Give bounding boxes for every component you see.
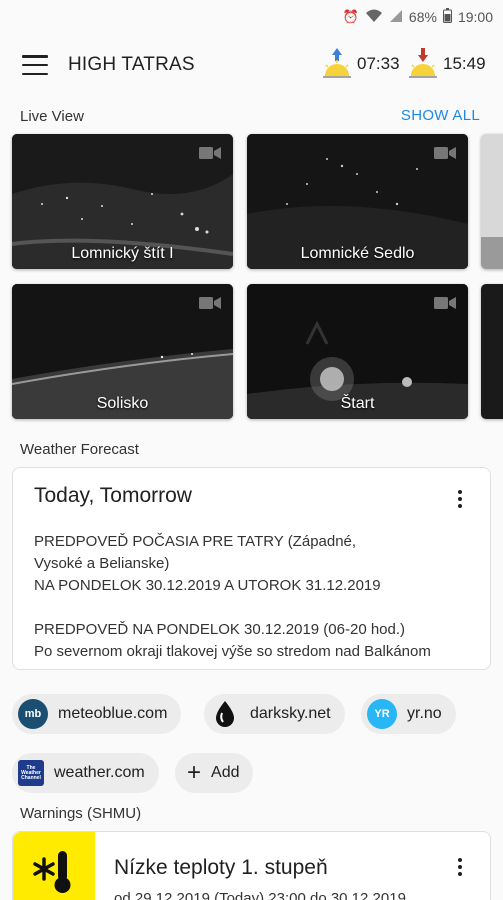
warning-period: od 29.12.2019 (Today) 23:00 do 30.12.201… (114, 890, 406, 900)
show-all-button[interactable]: SHOW ALL (401, 107, 480, 124)
forecast-line (34, 597, 464, 619)
yr-logo-icon: YR (367, 699, 397, 729)
plus-icon: + (187, 759, 202, 786)
camera-name: Lomnický štít I (71, 245, 174, 262)
source-chip-yr[interactable]: YR yr.no (361, 694, 456, 734)
page-title: HIGH TATRAS (68, 54, 195, 75)
battery-icon (442, 8, 452, 26)
sunrise: 07:33 (321, 46, 400, 82)
camera-tile-partial[interactable] (481, 284, 503, 419)
camera-name: Štart (340, 395, 375, 412)
camera-tile[interactable]: Solisko (12, 284, 233, 419)
forecast-line: Vysoké a Belianske) (34, 555, 170, 572)
forecast-line: PREDPOVEĎ POČASIA PRE TATRY (Západné, (34, 533, 357, 550)
menu-icon[interactable] (22, 55, 48, 75)
clock: 19:00 (457, 9, 493, 25)
video-camera-icon (434, 297, 456, 309)
sunset-time: 15:49 (443, 54, 486, 73)
weather-forecast-label: Weather Forecast (20, 441, 139, 458)
forecast-line: PREDPOVEĎ NA PONDELOK 30.12.2019 (06-20 … (34, 621, 406, 638)
camera-tile[interactable]: Lomnický štít I (12, 134, 233, 269)
chip-label: yr.no (407, 705, 442, 722)
sunset-icon (409, 48, 437, 78)
meteoblue-logo-icon: mb (18, 699, 48, 729)
alarm-icon: ⏰ (342, 9, 359, 24)
chip-label: darksky.net (250, 705, 331, 722)
sunrise-time: 07:33 (357, 54, 400, 73)
live-view-label: Live View (20, 108, 84, 125)
chip-label: Add (211, 764, 240, 781)
more-options-icon[interactable] (450, 488, 470, 510)
darksky-logo-icon (210, 699, 240, 729)
video-camera-icon (199, 147, 221, 159)
forecast-line: NA PONDELOK 30.12.2019 A UTOROK 31.12.20… (34, 577, 381, 594)
camera-name: Lomnické Sedlo (300, 245, 415, 262)
source-chip-weather[interactable]: The Weather Channel weather.com (12, 753, 159, 793)
warnings-label: Warnings (SHMU) (20, 805, 142, 822)
wifi-icon (365, 9, 383, 26)
warning-title: Nízke teploty 1. stupeň (114, 856, 328, 879)
camera-tile[interactable]: Lomnické Sedlo (247, 134, 468, 269)
forecast-text: PREDPOVEĎ POČASIA PRE TATRY (Západné, Vy… (34, 531, 464, 663)
low-temperature-icon (13, 832, 95, 900)
video-camera-icon (434, 147, 456, 159)
more-options-icon[interactable] (450, 856, 470, 878)
forecast-line: Po severnom okraji tlakovej výše so stre… (34, 643, 431, 660)
forecast-card[interactable]: Today, Tomorrow PREDPOVEĎ POČASIA PRE TA… (12, 467, 491, 670)
add-source-button[interactable]: + Add (175, 753, 254, 793)
battery-percent: 68% (408, 9, 437, 25)
signal-icon (389, 9, 403, 26)
source-chip-darksky[interactable]: darksky.net (204, 694, 345, 734)
forecast-title: Today, Tomorrow (34, 484, 192, 507)
sunrise-icon (323, 48, 351, 78)
sunset: 15:49 (407, 46, 486, 82)
video-camera-icon (199, 297, 221, 309)
status-bar: ⏰ 68% 19:00 (0, 0, 503, 34)
chip-label: weather.com (54, 764, 145, 781)
source-chip-meteoblue[interactable]: mb meteoblue.com (12, 694, 182, 734)
warning-card[interactable]: Nízke teploty 1. stupeň od 29.12.2019 (T… (12, 831, 491, 900)
app-bar: HIGH TATRAS 07:33 15:49 (0, 34, 503, 96)
camera-tile-partial[interactable] (481, 134, 503, 269)
camera-name: Solisko (96, 395, 149, 412)
chip-label: meteoblue.com (58, 705, 168, 722)
weather-channel-logo-icon: The Weather Channel (18, 760, 44, 786)
camera-tile[interactable]: Štart (247, 284, 468, 419)
